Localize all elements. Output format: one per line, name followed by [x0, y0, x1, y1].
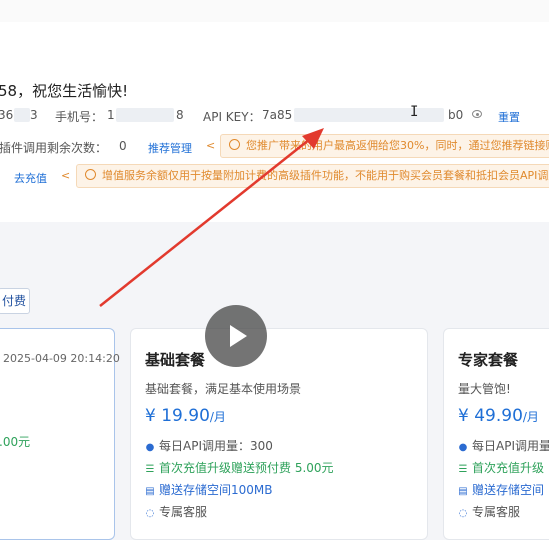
arrow-shaft	[99, 134, 316, 307]
arrow-head	[302, 128, 324, 149]
annotation-arrow-icon	[99, 128, 324, 307]
